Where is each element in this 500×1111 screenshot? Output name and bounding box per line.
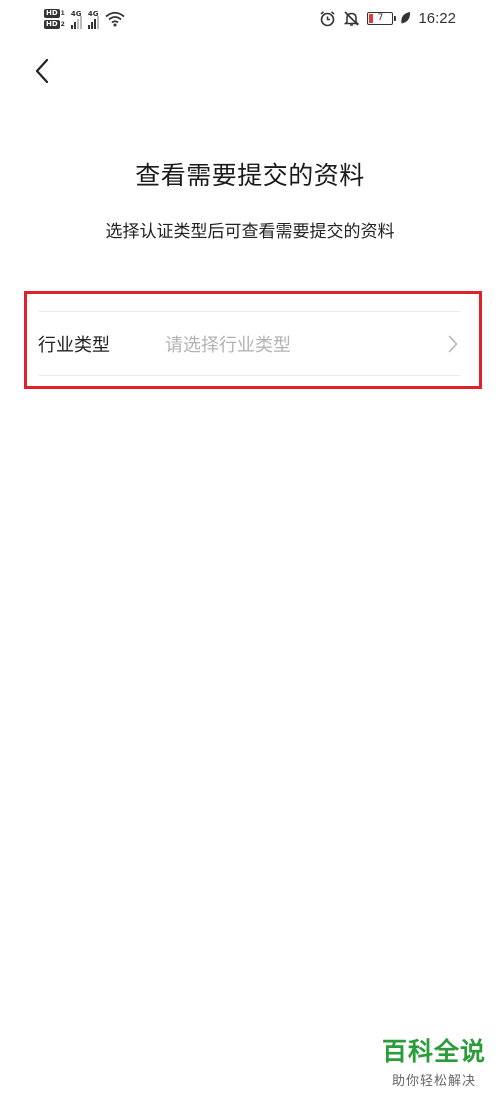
status-bar: HD 1 HD 2 4G 4G 7 16:22 — [0, 0, 500, 36]
watermark-logo: 百科全说 助你轻松解决 — [382, 1032, 486, 1089]
hd-badge-2: HD 2 — [44, 20, 65, 29]
alarm-icon — [320, 10, 335, 26]
mute-icon — [344, 10, 360, 26]
signal-icon: 4G — [87, 9, 99, 29]
page-subtitle: 选择认证类型后可查看需要提交的资料 — [105, 222, 395, 242]
chevron-left-icon — [35, 58, 49, 84]
page-title: 查看需要提交的资料 — [135, 161, 365, 190]
status-left: HD 1 HD 2 4G 4G — [44, 4, 125, 34]
back-button[interactable] — [28, 56, 56, 86]
battery-level: 7 — [377, 13, 384, 23]
status-time: 16:22 — [418, 9, 456, 27]
highlight-box — [24, 291, 482, 389]
hd-indicators: HD 1 HD 2 — [44, 9, 65, 29]
hd-label-1: HD — [44, 9, 60, 18]
watermark-main: 百科全说 — [381, 1037, 486, 1066]
sim2-index: 2 — [60, 21, 65, 28]
hd-badge-1: HD 1 — [44, 9, 65, 18]
sim1-index: 1 — [60, 10, 65, 17]
network-label-1: 4G — [70, 9, 82, 18]
wifi-icon — [105, 11, 125, 27]
leaf-icon — [401, 12, 411, 24]
battery-icon: 7 — [367, 11, 397, 25]
watermark-sub: 助你轻松解决 — [391, 1074, 476, 1089]
network-label-2: 4G — [87, 9, 99, 18]
signal-icon: 4G — [70, 9, 82, 29]
status-right: 7 16:22 — [319, 6, 456, 30]
hd-label-2: HD — [44, 20, 60, 29]
